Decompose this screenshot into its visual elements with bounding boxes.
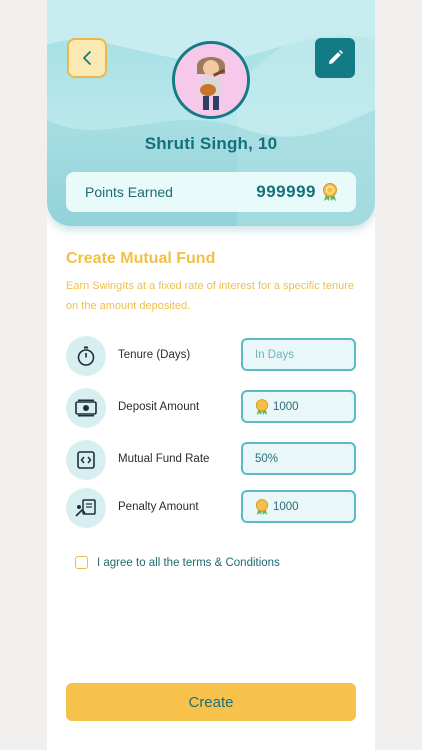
points-earned-card: Points Earned 999999 [66, 172, 356, 212]
row-icon-wrap [66, 488, 106, 528]
deposit-amount-input[interactable]: 1000 [241, 390, 356, 423]
points-value: 999999 [256, 182, 316, 201]
form-description: Earn SwingIts at a fixed rate of interes… [66, 280, 354, 312]
user-name: Shruti Singh, 10 [144, 134, 278, 153]
terms-label: I agree to all the terms & Conditions [97, 556, 280, 569]
mutual-fund-rate-value: 50% [255, 452, 279, 465]
tenure-input[interactable]: In Days [241, 338, 356, 371]
profile-header: Shruti Singh, 10 Points Earned 999999 [47, 0, 375, 226]
penalty-amount-input[interactable]: 1000 [241, 490, 356, 523]
app-screen: Shruti Singh, 10 Points Earned 999999 Cr… [47, 0, 375, 750]
deposit-amount-label: Deposit Amount [118, 401, 200, 413]
penalty-icon [75, 499, 96, 517]
edit-profile-button[interactable] [315, 38, 355, 78]
avatar [172, 41, 250, 119]
tenure-placeholder: In Days [255, 348, 294, 361]
row-icon-wrap [66, 336, 106, 376]
pencil-icon [329, 50, 343, 64]
medal-coin-icon [255, 498, 269, 515]
guitar-girl-avatar-icon [175, 44, 247, 116]
cash-icon [75, 399, 97, 417]
row-icon-wrap [66, 388, 106, 428]
deposit-amount-row: Deposit Amount 1000 [66, 388, 356, 428]
row-icon-wrap [66, 440, 106, 480]
mutual-fund-rate-row: Mutual Fund Rate 50% [66, 440, 356, 480]
back-button[interactable] [67, 38, 107, 78]
tenure-row: Tenure (Days) In Days [66, 336, 356, 376]
penalty-amount-value: 1000 [273, 500, 299, 513]
stopwatch-icon [77, 346, 95, 366]
penalty-amount-label: Penalty Amount [118, 501, 199, 513]
mutual-fund-rate-label: Mutual Fund Rate [118, 453, 210, 465]
deposit-amount-value: 1000 [273, 400, 299, 413]
create-button[interactable]: Create [66, 683, 356, 721]
form-title: Create Mutual Fund [66, 250, 216, 267]
medal-coin-icon [323, 183, 337, 201]
medal-coin-icon [255, 398, 269, 415]
chevron-left-icon [83, 51, 91, 65]
tenure-label: Tenure (Days) [118, 349, 191, 361]
points-value-group: 999999 [256, 182, 338, 202]
points-label: Points Earned [85, 184, 173, 200]
penalty-amount-row: Penalty Amount 1000 [66, 488, 356, 528]
terms-agreement: I agree to all the terms & Conditions [75, 556, 280, 569]
terms-checkbox[interactable] [75, 556, 88, 569]
mutual-fund-rate-input[interactable]: 50% [241, 442, 356, 475]
code-file-icon [77, 451, 95, 469]
